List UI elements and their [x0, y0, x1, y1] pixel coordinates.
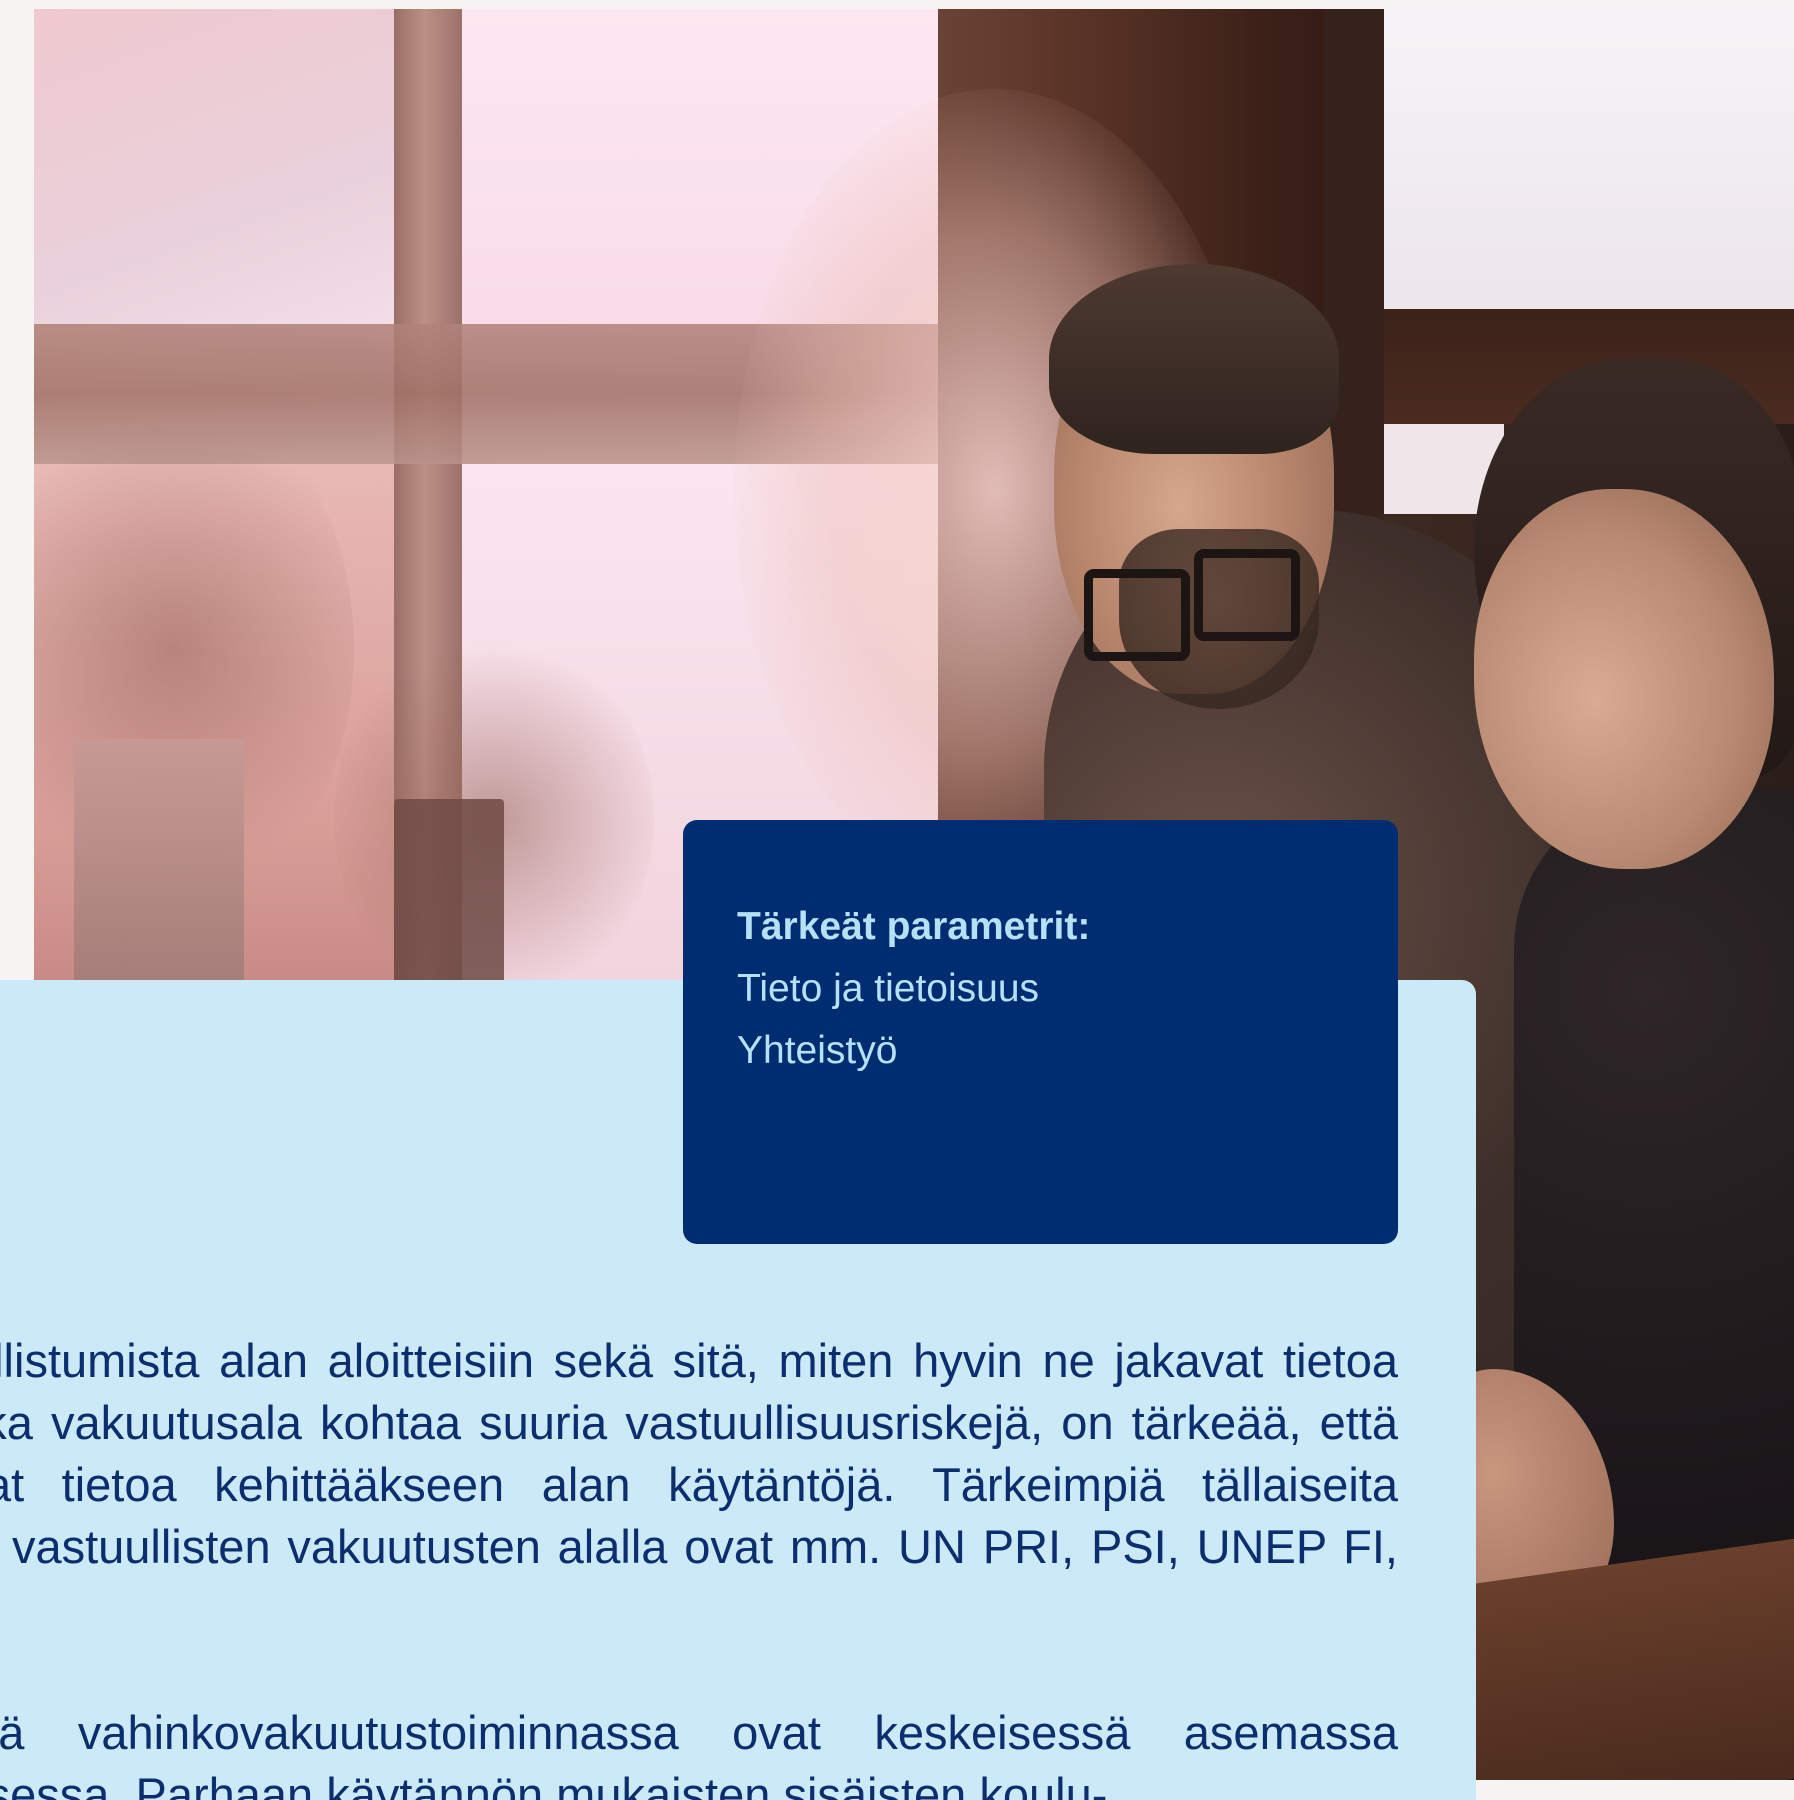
glasses-icon: [1084, 569, 1190, 661]
man-hair: [1049, 264, 1339, 454]
parameter-item: Yhteistyö: [737, 1029, 898, 1072]
woman-head: [1474, 489, 1774, 869]
body-paragraph: Parametrissa tarkastellaan yritysten osa…: [0, 1334, 1398, 1573]
glasses-icon: [1194, 549, 1300, 641]
body-paragraph: Vastuulliseen liiketoimintaan liittyväss…: [0, 1706, 1398, 1800]
parameters-title: Tärkeät parametrit:: [737, 905, 1091, 948]
parameters-card: Tärkeät parametrit: Tieto ja tietoisuus …: [683, 820, 1398, 1244]
monitor-blur: [74, 739, 244, 999]
window-pane: [1384, 9, 1794, 309]
window-pane: [34, 9, 394, 324]
parameter-item: Tieto ja tietoisuus: [737, 967, 1040, 1010]
body-text: Parametrissa tarkastellaan yritysten osa…: [0, 1330, 1398, 1800]
monitor-blur: [394, 799, 504, 999]
